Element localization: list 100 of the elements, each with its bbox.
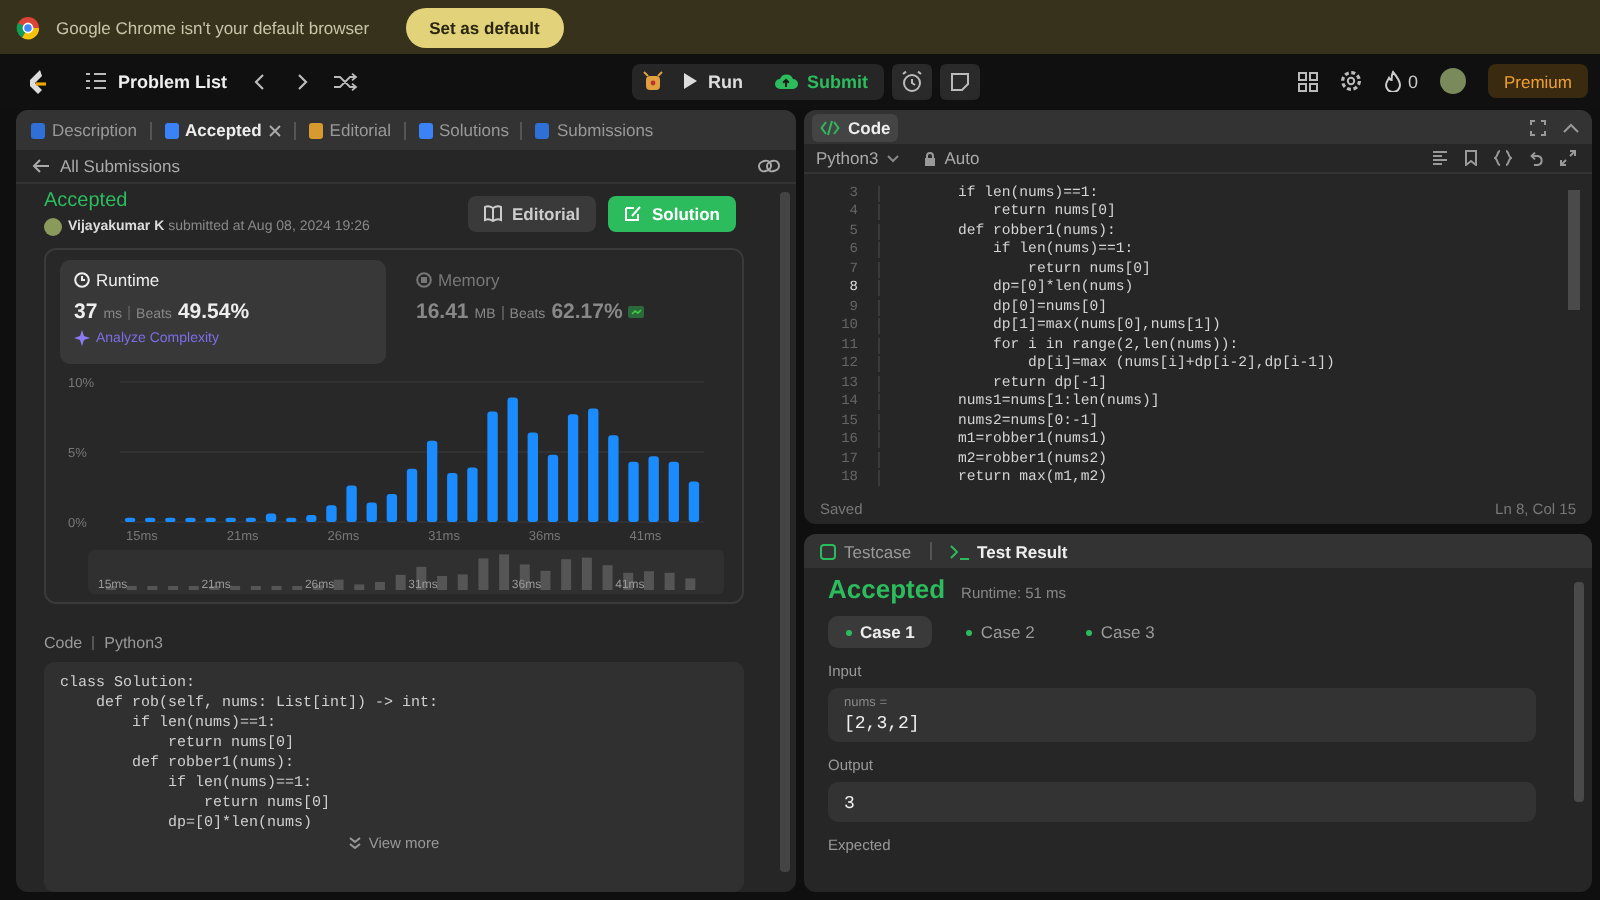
bar: [285, 517, 297, 522]
braces-icon[interactable]: [1494, 150, 1512, 166]
link-icon[interactable]: [758, 158, 780, 174]
undo-icon[interactable]: [1528, 150, 1544, 166]
streak-counter[interactable]: 0: [1383, 70, 1418, 92]
panel-tab[interactable]: Submissions: [532, 116, 656, 144]
flame-icon: [1383, 70, 1402, 92]
grid-icon[interactable]: [1297, 71, 1318, 91]
language-label: Python3: [104, 634, 163, 652]
bookmark-icon[interactable]: [1464, 150, 1478, 166]
bar: [326, 505, 337, 522]
pass-dot-icon: [966, 629, 973, 635]
edit-icon: [624, 204, 642, 222]
bar: [567, 414, 579, 522]
input-value: [2,3,2]: [844, 714, 922, 734]
book-icon: [483, 204, 502, 222]
output-value: 3: [844, 794, 857, 814]
bar: [507, 397, 518, 522]
autocomplete-mode[interactable]: Auto: [924, 148, 980, 168]
tab-icon: [417, 121, 434, 139]
code-tab[interactable]: Code: [812, 113, 899, 141]
notification-message: Google Chrome isn't your default browser: [56, 17, 370, 37]
bar: [386, 494, 398, 522]
bar: [205, 517, 216, 522]
scrollbar[interactable]: [1568, 190, 1580, 310]
bar: [547, 454, 559, 522]
bar: [648, 456, 659, 522]
chevron-down-icon: [886, 153, 901, 163]
bar: [487, 411, 498, 522]
case-tab[interactable]: Case 1: [828, 616, 933, 648]
bar: [688, 481, 700, 522]
cloud-upload-icon: [773, 72, 797, 90]
bar: [145, 517, 156, 522]
run-button[interactable]: Run: [670, 63, 755, 99]
sparkle-icon: [74, 330, 90, 346]
bar: [306, 515, 317, 522]
format-icon[interactable]: [1432, 150, 1448, 166]
play-icon: [682, 72, 698, 90]
terminal-icon: [949, 543, 970, 559]
chip-icon: [416, 272, 432, 288]
code-label: Code: [44, 634, 83, 652]
set-default-button[interactable]: Set as default: [405, 7, 564, 47]
stat-value: 37: [74, 300, 98, 324]
bar: [447, 473, 458, 522]
result-status: Accepted: [828, 574, 946, 604]
expand-icon[interactable]: [1560, 150, 1576, 166]
premium-button[interactable]: Premium: [1487, 64, 1588, 98]
avatar-icon: [44, 218, 62, 236]
badge-icon: [628, 306, 645, 318]
streak-count: 0: [1407, 71, 1418, 91]
close-icon[interactable]: [267, 123, 282, 137]
bar: [406, 468, 418, 522]
tab-icon: [163, 121, 180, 139]
bar: [668, 461, 679, 522]
browser-logo-icon: [16, 15, 40, 39]
problem-list-button[interactable]: Problem List: [86, 71, 228, 91]
stat-value: 16.41: [416, 300, 469, 324]
settings-icon[interactable]: [1339, 70, 1362, 92]
debug-icon[interactable]: [642, 70, 664, 92]
fullscreen-icon[interactable]: [1530, 119, 1546, 135]
list-icon: [86, 72, 106, 90]
scrollbar[interactable]: [780, 192, 790, 872]
pass-dot-icon: [846, 629, 852, 635]
submit-button[interactable]: Submit: [761, 63, 880, 99]
chevron-up-icon[interactable]: [1562, 121, 1580, 133]
bar: [225, 517, 236, 522]
beats-percent: 49.54%: [177, 300, 250, 324]
tab-icon: [307, 121, 324, 139]
alarm-clock-icon[interactable]: [892, 63, 932, 99]
code-icon: [820, 119, 840, 135]
back-arrow-icon: [32, 158, 50, 174]
case-tab[interactable]: Case 3: [1068, 616, 1173, 648]
case-tab[interactable]: Case 2: [948, 616, 1053, 648]
logo-icon[interactable]: [24, 67, 48, 95]
language-dropdown[interactable]: Python3: [816, 148, 901, 168]
back-link[interactable]: All Submissions: [32, 156, 180, 176]
previous-icon[interactable]: [249, 71, 270, 91]
shuffle-icon[interactable]: [333, 71, 358, 91]
scrollbar[interactable]: [1574, 582, 1584, 802]
tab-icon: [30, 121, 46, 139]
panel-tab[interactable]: Editorial: [305, 116, 394, 144]
panel-tab[interactable]: Accepted: [161, 116, 284, 144]
bar: [165, 517, 176, 522]
editorial-button[interactable]: Editorial: [467, 195, 596, 231]
bar: [588, 408, 599, 522]
panel-tab[interactable]: Testcase: [812, 537, 920, 565]
checkbox-icon: [820, 543, 836, 559]
stat-title-text: Memory: [438, 270, 500, 290]
avatar-icon[interactable]: [1439, 68, 1466, 94]
note-icon[interactable]: [940, 63, 980, 99]
clock-icon: [74, 272, 90, 288]
lock-icon: [924, 151, 937, 165]
tab-icon: [534, 121, 551, 139]
panel-tab[interactable]: Solutions: [415, 116, 511, 144]
submission-status: Accepted: [44, 190, 130, 212]
bar: [467, 467, 478, 522]
panel-tab[interactable]: Description: [28, 116, 140, 144]
panel-tab[interactable]: Test Result: [941, 537, 1076, 565]
beats-percent: 62.17%: [551, 300, 623, 324]
bar: [426, 440, 438, 522]
